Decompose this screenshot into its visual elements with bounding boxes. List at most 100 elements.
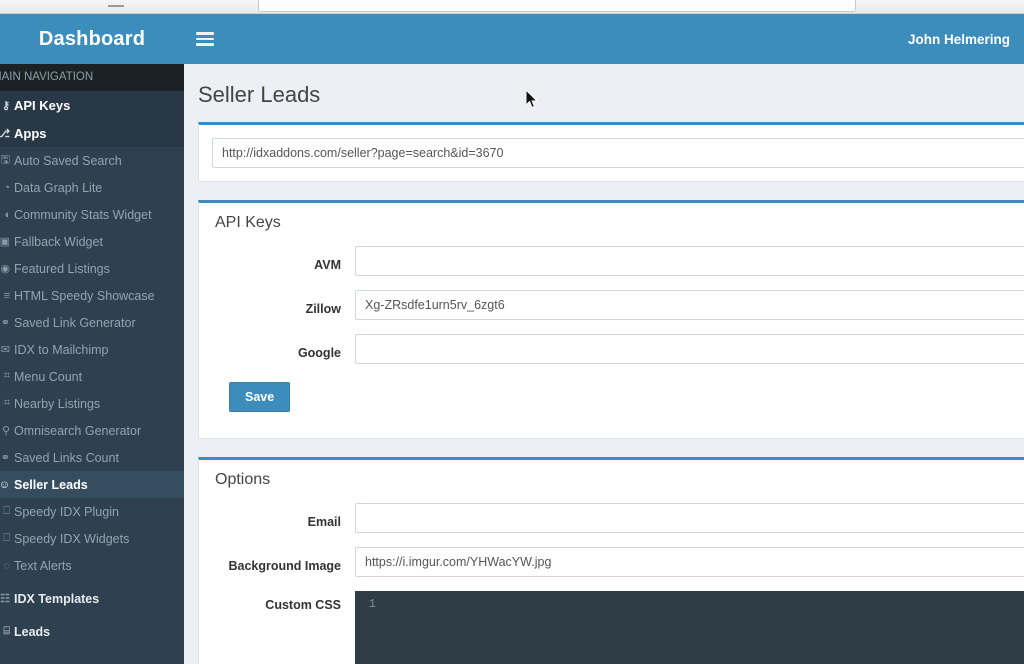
options-body: Email Background Image Custom CSS 1	[199, 489, 1024, 664]
sidebar-item-seller-leads[interactable]: ☺ Seller Leads	[0, 471, 184, 498]
sidebar-item-label: Saved Links Count	[14, 450, 119, 465]
list-icon: ≡	[3, 289, 10, 302]
zillow-input[interactable]	[355, 290, 1024, 320]
sidebar-item-label: Text Alerts	[14, 558, 72, 573]
save-row: Save	[215, 378, 1024, 424]
sidebar-item-idx-templates[interactable]: ☷ IDX Templates	[0, 585, 184, 612]
app-root: ⋮ Dashboard MAIN NAVIGATION ⚷ API Keys ⎇ Ap…	[0, 0, 1024, 664]
sidebar-item-data-graph-lite[interactable]: ◔ Data Graph Lite	[0, 174, 184, 201]
sidebar-item-label: Nearby Listings	[14, 396, 101, 411]
sidebar-item-label: IDX to Mailchimp	[14, 342, 109, 357]
sidebar-item-saved-link-generator[interactable]: ⚭ Saved Link Generator	[0, 309, 184, 336]
sidebar-item-omnisearch-generator[interactable]: ⚲ Omnisearch Generator	[0, 417, 184, 444]
background-image-row: Background Image	[215, 547, 1024, 577]
hash-icon: ⌗	[3, 397, 10, 409]
sidebar-nav-list: ⚷ API Keys ⎇ Apps 🖫 Auto Saved Search ◔ Data Gr…	[0, 91, 184, 645]
sidebar-item-speedy-idx-plugin[interactable]: ⎕ Speedy IDX Plugin	[0, 498, 184, 525]
background-image-label: Background Image	[228, 558, 341, 573]
sidebar-item-idx-to-mailchimp[interactable]: ✉ IDX to Mailchimp	[0, 336, 184, 363]
background-image-input[interactable]	[355, 547, 1024, 577]
sidebar-item-featured-listings[interactable]: ◉ Featured Listings	[0, 255, 184, 282]
sidebar-item-label: IDX Templates	[14, 591, 100, 606]
hash-icon: ⌗	[3, 370, 10, 382]
brand-logo[interactable]: Dashboard	[0, 14, 184, 64]
avm-row: AVM	[215, 246, 1024, 276]
list-alt-icon: ⌸	[3, 625, 10, 637]
sidebar-item-label: Apps	[14, 125, 47, 141]
email-input[interactable]	[355, 503, 1024, 533]
sidebar: Dashboard MAIN NAVIGATION ⚷ API Keys ⎇ Apps…	[0, 14, 184, 664]
avm-input[interactable]	[355, 246, 1024, 276]
browser-chrome: ⋮	[0, 0, 1024, 14]
link-icon: ⚭	[0, 317, 10, 329]
sidebar-item-api-keys[interactable]: ⚷ API Keys	[0, 91, 184, 119]
api-keys-heading: API Keys	[215, 214, 281, 231]
api-keys-panel: API Keys AVM Zillow Google Save	[198, 200, 1024, 439]
api-keys-fields: AVM Zillow Google	[215, 246, 1024, 364]
page-title: Seller Leads	[198, 82, 321, 107]
sidebar-item-label: Fallback Widget	[14, 234, 103, 249]
url-input[interactable]	[212, 138, 1024, 168]
sidebar-item-label: Seller Leads	[14, 477, 88, 492]
sidebar-item-label: Speedy IDX Plugin	[14, 504, 119, 519]
star-circle-icon: ◉	[0, 263, 10, 275]
sidebar-item-speedy-idx-widgets[interactable]: ⎕ Speedy IDX Widgets	[0, 525, 184, 552]
sidebar-item-menu-count[interactable]: ⌗ Menu Count	[0, 363, 184, 390]
sidebar-item-label: Leads	[14, 624, 51, 639]
options-fields: Email Background Image	[215, 503, 1024, 577]
sidebar-item-saved-links-count[interactable]: ⚭ Saved Links Count	[0, 444, 184, 471]
sidebar-item-text-alerts[interactable]: ◌ Text Alerts	[0, 552, 184, 579]
circle-icon: ◖	[3, 208, 10, 221]
sidebar-item-community-stats-widget[interactable]: ◖ Community Stats Widget	[0, 201, 184, 228]
sidebar-item-label: Auto Saved Search	[14, 153, 122, 168]
user-plus-icon: ☺	[0, 478, 10, 491]
custom-css-row: Custom CSS 1	[215, 591, 1024, 664]
google-input[interactable]	[355, 334, 1024, 364]
save-button[interactable]: Save	[229, 382, 291, 412]
sidebar-item-label: Speedy IDX Widgets	[14, 531, 130, 546]
zillow-row: Zillow	[215, 290, 1024, 320]
sidebar-item-auto-saved-search[interactable]: 🖫 Auto Saved Search	[0, 147, 184, 174]
user-menu[interactable]: John Helmering	[908, 32, 1010, 47]
sidebar-item-label: HTML Speedy Showcase	[14, 288, 155, 303]
sidebar-item-label: API Keys	[14, 97, 71, 113]
custom-css-editor[interactable]: 1	[355, 591, 1024, 664]
brand-label: Dashboard	[38, 27, 146, 50]
template-icon: ☷	[0, 593, 10, 605]
sidebar-item-label: Featured Listings	[14, 261, 110, 276]
google-label: Google	[297, 345, 341, 360]
menu-icon[interactable]: ⋮	[832, 0, 846, 2]
content-area: Seller Leads Go to p API Keys AVM Zillow G…	[184, 64, 1024, 664]
sidebar-item-apps[interactable]: ⎇ Apps	[0, 119, 184, 147]
url-row: Go to p	[199, 125, 1024, 181]
apps-icon: ⎇	[0, 127, 10, 140]
window-icon: ▣	[0, 236, 10, 248]
sidebar-item-label: Menu Count	[14, 369, 83, 384]
comment-icon: ◌	[3, 559, 10, 572]
editor-gutter: 1	[368, 597, 376, 611]
link-icon: ⚭	[0, 452, 10, 464]
sidebar-item-label: Community Stats Widget	[14, 207, 152, 222]
api-keys-body: AVM Zillow Google Save	[199, 232, 1024, 438]
sidebar-item-leads[interactable]: ⌸ Leads	[0, 618, 184, 645]
sidebar-item-fallback-widget[interactable]: ▣ Fallback Widget	[0, 228, 184, 255]
editor-code-area[interactable]	[385, 597, 1024, 664]
nav-section-header-label: MAIN NAVIGATION	[0, 71, 94, 83]
email-label: Email	[307, 514, 341, 529]
sidebar-item-label: Omnisearch Generator	[14, 423, 142, 438]
back-arrow-icon[interactable]	[108, 0, 124, 7]
envelope-icon: ✉	[0, 344, 10, 356]
main-area: John Helmering Seller Leads Go to p API …	[184, 14, 1024, 664]
options-heading: Options	[215, 471, 271, 488]
sidebar-item-html-speedy-showcase[interactable]: ≡ HTML Speedy Showcase	[0, 282, 184, 309]
avm-label: AVM	[314, 257, 341, 272]
custom-css-label: Custom CSS	[265, 598, 341, 612]
sidebar-item-nearby-listings[interactable]: ⌗ Nearby Listings	[0, 390, 184, 417]
google-row: Google	[215, 334, 1024, 364]
hamburger-icon[interactable]	[196, 29, 214, 49]
topbar: John Helmering	[184, 14, 1024, 64]
browser-omnibox[interactable]	[258, 0, 856, 12]
sidebar-item-label: Saved Link Generator	[14, 315, 136, 330]
sidebar-item-label: Data Graph Lite	[14, 180, 103, 195]
search-icon: ⚲	[1, 425, 10, 437]
